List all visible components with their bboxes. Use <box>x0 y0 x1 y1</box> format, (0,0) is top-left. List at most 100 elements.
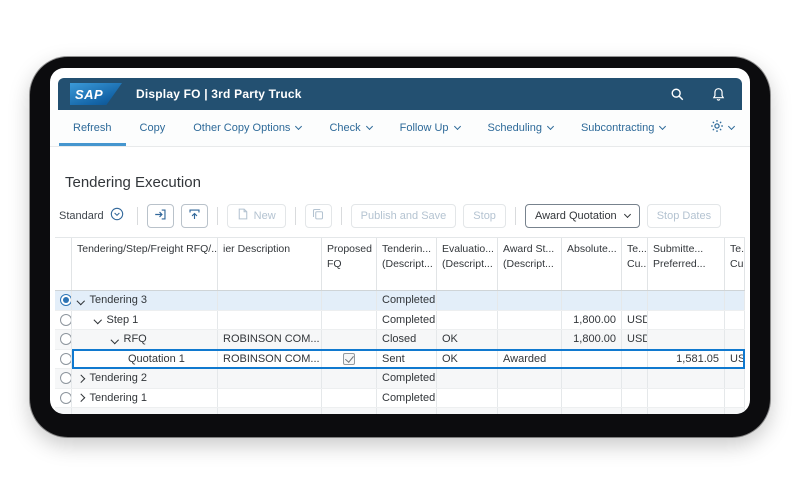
collapse-chevron-icon[interactable] <box>111 335 119 343</box>
publish-and-save-button[interactable]: Publish and Save <box>351 204 457 228</box>
cell-proposed-fq <box>322 350 377 369</box>
column-header-fq[interactable]: ProposedFQ <box>322 238 377 290</box>
award-quotation-label: Award Quotation <box>535 210 617 222</box>
stop-dates-button[interactable]: Stop Dates <box>647 204 721 228</box>
cell-evaluation-status <box>437 291 498 310</box>
column-header-cu2[interactable]: Te...Cu... <box>725 238 745 290</box>
cell-proposed-fq <box>322 291 377 310</box>
empty-cell <box>725 408 745 414</box>
expand-chevron-icon[interactable] <box>77 394 85 402</box>
row-select-radio[interactable] <box>60 353 72 365</box>
collapse-all-button[interactable] <box>181 204 208 228</box>
empty-cell <box>218 408 322 414</box>
proposed-fq-checkbox[interactable] <box>343 353 355 365</box>
row-label: Quotation 1 <box>128 353 185 365</box>
cell-tendering-status: Closed <box>377 330 437 349</box>
column-header-abs[interactable]: Absolute... <box>562 238 622 290</box>
empty-cell <box>648 408 725 414</box>
tablet-frame: SAP Display FO | 3rd Party Truck <box>30 57 770 437</box>
column-header-desc[interactable]: ier Description <box>218 238 322 290</box>
cell-evaluation-status <box>437 369 498 388</box>
menu-bar: Refresh Copy Other Copy Options CheckFollow… <box>50 110 750 147</box>
tab-check[interactable]: Check <box>315 110 385 146</box>
cell-proposed-fq <box>322 311 377 330</box>
tab-other-copy-options[interactable]: Other Copy Options <box>179 110 315 146</box>
cell-award-status: Awarded <box>498 350 562 369</box>
tab-label: Refresh <box>73 122 112 134</box>
chevron-down-circle-icon <box>110 207 124 224</box>
tab-scheduling[interactable]: Scheduling <box>474 110 567 146</box>
award-quotation-button[interactable]: Award Quotation <box>525 204 640 228</box>
cell-evaluation-status: OK <box>437 350 498 369</box>
toolbar-separator <box>515 207 516 225</box>
cell-evaluation-status <box>437 389 498 408</box>
copy-row-button[interactable] <box>305 204 332 228</box>
search-icon[interactable] <box>670 87 685 102</box>
expand-chevron-icon[interactable] <box>77 374 85 382</box>
cell-currency <box>622 389 648 408</box>
tab-label: Subcontracting <box>581 122 654 134</box>
empty-cell <box>72 408 218 414</box>
cell-proposed-fq <box>322 369 377 388</box>
table-row-tendering-3[interactable]: Tendering 3Completed <box>55 291 745 311</box>
tab-subcontracting[interactable]: Subcontracting <box>567 110 679 146</box>
cell-submitted-amount <box>648 369 725 388</box>
chevron-down-icon <box>624 211 631 218</box>
table-row-quotation-1[interactable]: Quotation 1ROBINSON COM...SentOKAwarded1… <box>55 350 745 370</box>
cell-description <box>218 291 322 310</box>
table-row-tendering-1[interactable]: Tendering 1Completed <box>55 389 745 409</box>
collapse-chevron-icon[interactable] <box>77 296 85 304</box>
empty-cell <box>622 408 648 414</box>
toolbar-separator <box>217 207 218 225</box>
header-icons <box>670 87 726 102</box>
stop-button[interactable]: Stop <box>463 204 506 228</box>
cell-currency <box>622 291 648 310</box>
column-header-eval[interactable]: Evaluatio...(Descript... <box>437 238 498 290</box>
cell-tendering-status: Completed <box>377 389 437 408</box>
column-header-award[interactable]: Award St...(Descript... <box>498 238 562 290</box>
tab-follow-up[interactable]: Follow Up <box>386 110 474 146</box>
table-row-tendering-2[interactable]: Tendering 2Completed <box>55 369 745 389</box>
expand-all-button[interactable] <box>147 204 174 228</box>
collapse-chevron-icon[interactable] <box>94 316 102 324</box>
tab-label: Other Copy Options <box>193 122 290 134</box>
row-select-radio[interactable] <box>60 294 72 306</box>
empty-cell <box>55 408 72 414</box>
row-select-radio[interactable] <box>60 372 72 384</box>
view-selector-label: Standard <box>59 210 104 222</box>
notifications-bell-icon[interactable] <box>711 87 726 102</box>
column-header-sel[interactable] <box>55 238 72 290</box>
tab-refresh[interactable]: Refresh <box>59 110 126 146</box>
row-select-radio[interactable] <box>60 333 72 345</box>
copy-icon <box>312 208 324 223</box>
cell-award-status <box>498 311 562 330</box>
cell-absolute-amount <box>562 389 622 408</box>
cell-submitted-amount: 1,581.05 <box>648 350 725 369</box>
chevron-down-icon <box>366 123 373 130</box>
tab-label: Copy <box>140 122 166 134</box>
row-select-radio[interactable] <box>60 392 72 404</box>
table-row-step-1[interactable]: Step 1Completed1,800.00USD <box>55 311 745 331</box>
column-header-tstat[interactable]: Tenderin...(Descript... <box>377 238 437 290</box>
tab-copy[interactable]: Copy <box>126 110 180 146</box>
empty-cell <box>498 408 562 414</box>
column-header-cu1[interactable]: Te...Cu... <box>622 238 648 290</box>
cell-tendering-status: Completed <box>377 291 437 310</box>
view-selector[interactable]: Standard <box>56 207 128 224</box>
column-header-sub[interactable]: Submitte...Preferred... <box>648 238 725 290</box>
column-header-tree[interactable]: Tendering/Step/Freight RFQ/... <box>72 238 218 290</box>
table-row-rfq[interactable]: RFQROBINSON COM...ClosedOK1,800.00USD <box>55 330 745 350</box>
cell-award-status <box>498 369 562 388</box>
cell-absolute-amount <box>562 291 622 310</box>
cell-description <box>218 389 322 408</box>
empty-cell <box>437 408 498 414</box>
cell-submitted-amount <box>648 389 725 408</box>
new-button[interactable]: New <box>227 204 286 228</box>
empty-cell <box>562 408 622 414</box>
cell-description: ROBINSON COM... <box>218 330 322 349</box>
table-header-row: Tendering/Step/Freight RFQ/...ier Descri… <box>55 237 745 291</box>
settings-gear-button[interactable] <box>710 110 734 146</box>
row-label: Tendering 2 <box>90 372 148 384</box>
cell-absolute-amount: 1,800.00 <box>562 330 622 349</box>
row-select-radio[interactable] <box>60 314 72 326</box>
